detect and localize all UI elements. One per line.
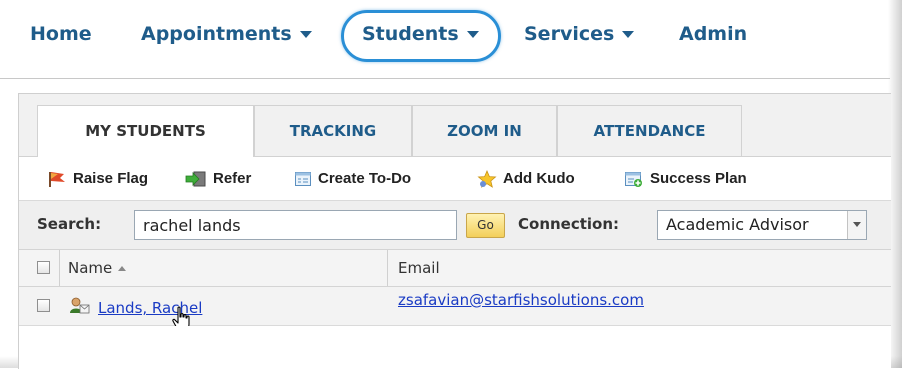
tab-attendance-label: ATTENDANCE xyxy=(593,122,706,140)
go-button[interactable]: Go xyxy=(466,213,505,238)
student-email-link[interactable]: zsafavian@starfishsolutions.com xyxy=(398,291,644,309)
tab-attendance[interactable]: ATTENDANCE xyxy=(557,105,742,156)
row-checkbox[interactable] xyxy=(37,299,50,312)
tab-tracking[interactable]: TRACKING xyxy=(254,105,412,156)
nav-students-label: Students xyxy=(362,23,459,45)
refer-label: Refer xyxy=(213,170,252,187)
search-label: Search: xyxy=(37,215,102,233)
tab-my-students-label: MY STUDENTS xyxy=(85,122,206,140)
create-todo-label: Create To-Do xyxy=(318,170,412,187)
nav-services-label: Services xyxy=(524,23,615,45)
tab-my-students[interactable]: MY STUDENTS xyxy=(37,105,254,157)
refer-button[interactable]: Refer xyxy=(185,168,251,190)
column-header-name-label: Name xyxy=(68,259,113,277)
chevron-down-icon xyxy=(466,31,479,38)
table-header: Name Email xyxy=(19,250,891,287)
tab-zoom-in-label: ZOOM IN xyxy=(447,122,522,140)
student-icon xyxy=(70,297,90,314)
tab-zoom-in[interactable]: ZOOM IN xyxy=(412,105,557,156)
refer-icon xyxy=(185,171,206,187)
column-header-email[interactable]: Email xyxy=(398,259,440,277)
nav-admin-label: Admin xyxy=(679,23,748,45)
sort-ascending-icon xyxy=(118,266,127,271)
top-navigation: Home Appointments Students Services Admi… xyxy=(0,0,890,79)
nav-services[interactable]: Services xyxy=(524,23,635,45)
students-panel: MY STUDENTS TRACKING ZOOM IN ATTENDANCE … xyxy=(18,93,891,369)
connection-label: Connection: xyxy=(518,215,620,233)
connection-select[interactable]: Academic Advisor xyxy=(657,210,867,240)
raise-flag-label: Raise Flag xyxy=(73,170,149,187)
flag-icon xyxy=(49,172,65,188)
nav-home-label: Home xyxy=(30,23,92,45)
todo-icon xyxy=(295,172,311,187)
create-todo-button[interactable]: Create To-Do xyxy=(294,168,411,190)
table-row: Lands, Rachel zsafavian@starfishsolution… xyxy=(19,287,891,331)
table-empty-area xyxy=(19,326,891,369)
add-kudo-button[interactable]: Add Kudo xyxy=(477,168,575,190)
column-divider xyxy=(59,250,60,286)
star-icon xyxy=(477,170,497,188)
nav-admin[interactable]: Admin xyxy=(679,23,747,45)
success-plan-label: Success Plan xyxy=(650,170,747,187)
search-bar: Search: Go Connection: Academic Advisor xyxy=(19,201,891,250)
select-all-checkbox[interactable] xyxy=(37,261,50,274)
raise-flag-button[interactable]: Raise Flag xyxy=(47,168,148,190)
nav-students[interactable]: Students xyxy=(362,23,479,45)
success-plan-button[interactable]: Success Plan xyxy=(624,168,747,190)
column-divider xyxy=(387,250,388,286)
action-toolbar: Raise Flag Refer Create To-Do Add Kudo S… xyxy=(19,157,891,201)
chevron-down-icon xyxy=(299,31,312,38)
nav-appointments[interactable]: Appointments xyxy=(141,23,312,45)
add-kudo-label: Add Kudo xyxy=(503,170,575,187)
chevron-down-icon xyxy=(622,31,635,38)
plan-icon xyxy=(625,172,642,188)
tab-tracking-label: TRACKING xyxy=(289,122,377,140)
chevron-down-icon[interactable] xyxy=(847,211,866,239)
tab-bar: MY STUDENTS TRACKING ZOOM IN ATTENDANCE xyxy=(19,94,891,157)
search-input[interactable] xyxy=(134,210,457,240)
column-header-name[interactable]: Name xyxy=(68,259,127,277)
connection-select-value: Academic Advisor xyxy=(666,215,809,234)
nav-home[interactable]: Home xyxy=(30,23,92,45)
nav-appointments-label: Appointments xyxy=(141,23,292,45)
